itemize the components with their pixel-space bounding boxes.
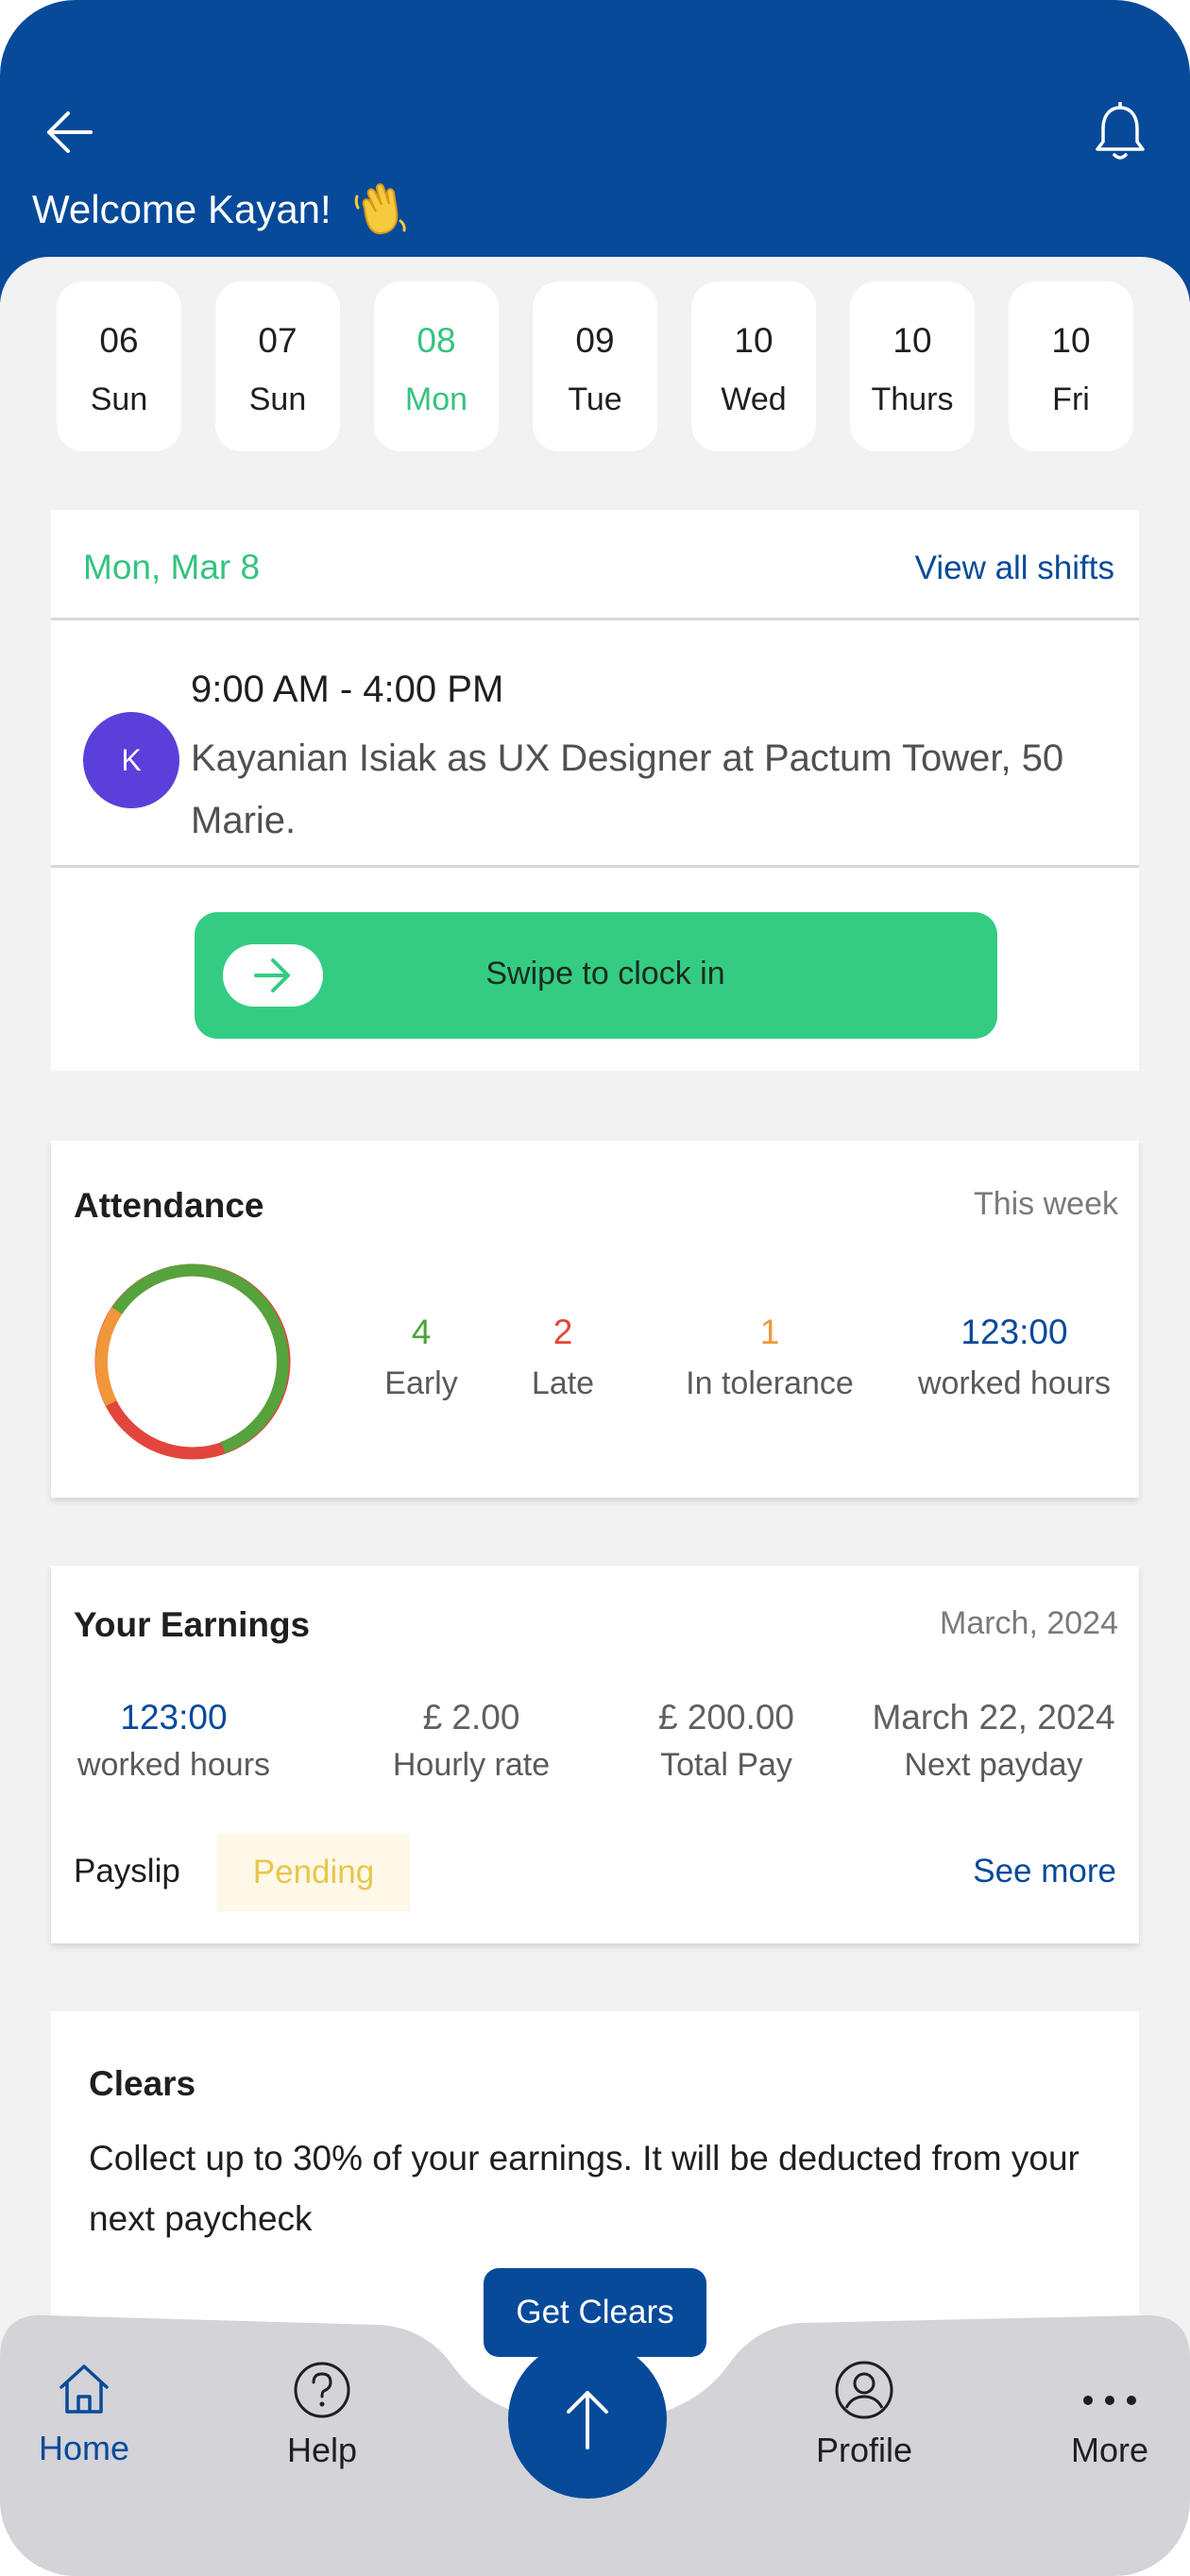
day-number: 06: [99, 321, 139, 360]
help-icon: [294, 2362, 350, 2418]
day-number: 07: [258, 321, 298, 360]
see-more-link[interactable]: See more: [973, 1853, 1116, 1890]
attendance-title: Attendance: [74, 1186, 264, 1225]
day-number: 10: [892, 321, 932, 360]
day-number: 10: [1051, 321, 1091, 360]
earnings-worked-hours: 123:00 worked hours: [60, 1698, 287, 1784]
earnings-label: Next payday: [904, 1747, 1083, 1783]
day-name: Sun: [248, 381, 307, 417]
clears-title: Clears: [89, 2064, 196, 2103]
nav-profile-label: Profile: [815, 2431, 913, 2469]
shift-card: Mon, Mar 8 View all shifts K 9:00 AM - 4…: [51, 510, 1139, 1071]
swipe-label: Swipe to clock in: [485, 956, 725, 991]
day-number: 10: [734, 321, 774, 360]
earnings-title: Your Earnings: [74, 1605, 311, 1644]
nav-home[interactable]: Home: [4, 2361, 164, 2468]
day-name: Thurs: [871, 381, 954, 417]
stat-late: 2 Late: [516, 1313, 610, 1402]
nav-help-label: Help: [286, 2431, 358, 2469]
nav-home-label: Home: [38, 2429, 130, 2467]
stat-label: In tolerance: [686, 1365, 854, 1401]
nav-more[interactable]: More: [1029, 2361, 1190, 2470]
stat-label: Early: [384, 1365, 458, 1401]
profile-icon: [835, 2361, 893, 2419]
stat-value: 4: [411, 1313, 432, 1351]
day-number: 08: [416, 321, 456, 360]
waving-hand-icon: [354, 183, 406, 235]
nav-more-label: More: [1070, 2431, 1149, 2469]
stat-label: Late: [531, 1365, 595, 1401]
earnings-next-payday: March 22, 2024 Next payday: [852, 1698, 1135, 1784]
swipe-to-clock-in[interactable]: Swipe to clock in: [195, 912, 997, 1039]
day-name: Tue: [568, 381, 622, 417]
clears-description: Collect up to 30% of your earnings. It w…: [89, 2139, 1080, 2238]
earnings-period: March, 2024: [940, 1605, 1118, 1641]
nav-help[interactable]: Help: [242, 2361, 402, 2470]
app-screen: Welcome Kayan! 06 Sun 07 Sun 08 Mon 09 T…: [0, 0, 1190, 2576]
arrow-left-icon[interactable]: [42, 104, 98, 161]
date-strip: 06 Sun 07 Sun 08 Mon 09 Tue 10 Wed 10 Th…: [57, 281, 1135, 453]
bell-icon[interactable]: [1094, 102, 1147, 162]
earnings-value: March 22, 2024: [872, 1698, 1115, 1737]
payslip-label: Payslip: [74, 1853, 180, 1890]
earnings-label: Hourly rate: [392, 1747, 551, 1783]
day-item[interactable]: 07 Sun: [215, 281, 340, 451]
stat-value: 1: [759, 1313, 780, 1351]
attendance-period: This week: [973, 1186, 1118, 1222]
stat-value: 2: [552, 1313, 573, 1351]
nav-profile[interactable]: Profile: [784, 2361, 944, 2470]
divider: [51, 618, 1139, 620]
earnings-value: £ 200.00: [657, 1698, 795, 1737]
shift-description: Kayanian Isiak as UX Designer at Pactum …: [191, 737, 1064, 841]
welcome-text: Welcome Kayan!: [32, 187, 332, 231]
attendance-ring-chart: [94, 1263, 291, 1460]
day-name: Wed: [721, 381, 787, 417]
day-item[interactable]: 10 Wed: [691, 281, 816, 451]
home-icon: [60, 2364, 109, 2414]
payslip-status-badge: Pending: [217, 1834, 410, 1911]
upload-fab-button[interactable]: [508, 2340, 667, 2499]
attendance-card: Attendance This week 4 Early 2 Late 1 In…: [51, 1141, 1139, 1498]
earnings-value: £ 2.00: [422, 1698, 520, 1737]
earnings-hourly-rate: £ 2.00 Hourly rate: [353, 1698, 589, 1784]
day-item-selected[interactable]: 08 Mon: [374, 281, 499, 451]
more-icon: [1083, 2396, 1136, 2405]
earnings-total-pay: £ 200.00 Total Pay: [608, 1698, 844, 1784]
stat-label: worked hours: [917, 1365, 1112, 1401]
stat-in-tolerance: 1 In tolerance: [652, 1313, 888, 1402]
day-number: 09: [575, 321, 615, 360]
day-item[interactable]: 09 Tue: [533, 281, 657, 451]
shift-time: 9:00 AM - 4:00 PM: [191, 669, 504, 710]
day-name: Sun: [90, 381, 148, 417]
view-all-shifts-link[interactable]: View all shifts: [915, 550, 1114, 587]
stat-early: 4 Early: [374, 1313, 468, 1402]
earnings-card: Your Earnings March, 2024 123:00 worked …: [51, 1566, 1139, 1943]
shift-date: Mon, Mar 8: [83, 548, 261, 586]
stat-value: 123:00: [960, 1313, 1068, 1351]
earnings-label: Total Pay: [660, 1747, 792, 1783]
divider: [51, 865, 1139, 868]
avatar: K: [83, 712, 179, 808]
arrow-up-icon: [567, 2391, 608, 2449]
earnings-value: 123:00: [120, 1698, 228, 1737]
earnings-label: worked hours: [76, 1747, 271, 1783]
day-name: Mon: [404, 381, 468, 417]
day-item[interactable]: 06 Sun: [57, 281, 181, 451]
day-item[interactable]: 10 Fri: [1009, 281, 1133, 451]
stat-worked-hours: 123:00 worked hours: [901, 1313, 1128, 1402]
day-item[interactable]: 10 Thurs: [850, 281, 975, 451]
day-name: Fri: [1052, 381, 1090, 417]
